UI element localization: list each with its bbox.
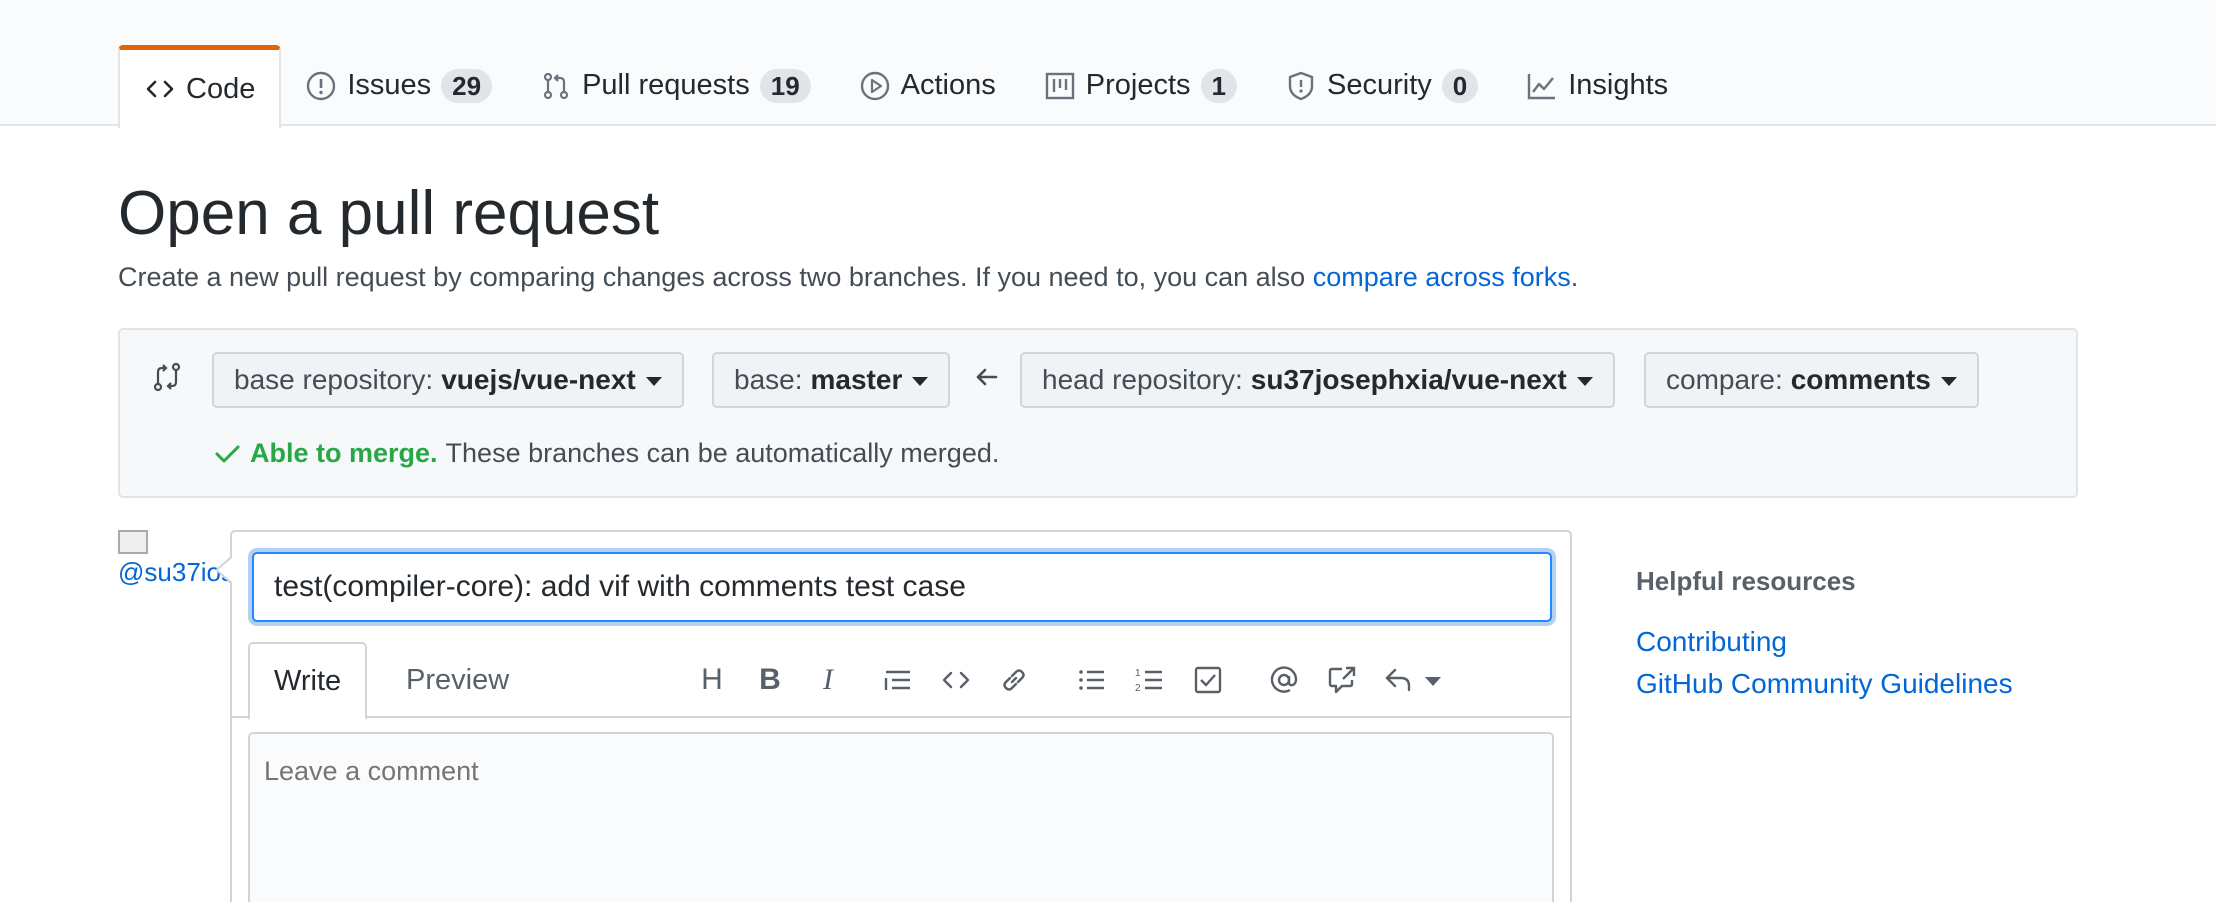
caret-down-icon [1425,676,1441,686]
link-button[interactable] [994,662,1034,698]
tab-pull-requests-label: Pull requests [582,69,750,101]
caret-down-icon [645,376,662,386]
compare-branch-label: compare: [1666,364,1783,395]
projects-count-badge: 1 [1200,68,1237,103]
bold-button[interactable]: B [750,662,790,698]
git-compare-icon [150,360,184,394]
tab-code[interactable]: Code [118,45,282,128]
code-icon [144,73,176,105]
tab-issues[interactable]: Issues 29 [281,45,516,126]
caret-down-icon [1576,376,1593,386]
tab-actions[interactable]: Actions [835,45,1020,126]
base-branch-select[interactable]: base: master [712,352,951,408]
compare-branch-value: comments [1790,364,1931,395]
subtitle-text: Create a new pull request by comparing c… [118,262,1313,292]
head-repository-label: head repository: [1042,364,1243,395]
cross-reference-button[interactable] [1322,662,1362,698]
shield-icon [1285,70,1317,102]
quote-button[interactable] [878,662,918,698]
tab-security-label: Security [1327,69,1432,101]
unordered-list-icon [1079,670,1104,690]
quote-icon [884,670,910,690]
head-repository-value: su37josephxia/vue-next [1250,364,1567,395]
helpful-resources-heading: Helpful resources [1636,566,1856,596]
graph-icon [1526,70,1558,102]
repo-nav-bar: Code Issues 29 Pull requests 19 Actions [0,0,2216,128]
repo-tabs: Code Issues 29 Pull requests 19 Actions [118,45,1692,128]
tab-projects-label: Projects [1085,69,1191,101]
italic-button[interactable]: I [808,662,848,698]
svg-text:2: 2 [1135,683,1141,694]
base-repository-label: base repository: [234,364,434,395]
page-subtitle: Create a new pull request by comparing c… [118,262,1578,293]
issue-icon [305,70,337,102]
base-branch-value: master [810,364,903,395]
tab-projects[interactable]: Projects 1 [1020,45,1261,126]
task-list-button[interactable] [1188,662,1228,698]
merge-status: Able to merge. These branches can be aut… [212,438,999,469]
avatar[interactable]: @su37iose [118,530,248,620]
tab-write[interactable]: Write [248,642,368,720]
contributing-link[interactable]: Contributing [1636,621,2136,663]
comment-textarea[interactable] [248,732,1554,902]
tab-preview[interactable]: Preview [382,642,533,718]
ordered-list-icon: 12 [1135,668,1162,694]
range-editor: base repository: vuejs/vue-next base: ma… [118,328,2078,498]
bulleted-list-button[interactable] [1072,662,1112,698]
reply-icon [1385,668,1411,692]
base-branch-label: base: [734,364,803,395]
pull-requests-count-badge: 19 [759,68,811,103]
heading-button[interactable]: H [692,662,732,698]
mention-button[interactable] [1264,662,1304,698]
code-button[interactable] [936,662,976,698]
base-repository-value: vuejs/vue-next [441,364,636,395]
helpful-resources: Helpful resources Contributing GitHub Co… [1636,566,2136,705]
pull-request-form: Write Preview H B I 12 [230,530,1572,902]
svg-text:1: 1 [1135,668,1141,679]
check-icon [212,439,242,469]
compare-branch-select[interactable]: compare: comments [1644,352,1979,408]
tab-actions-label: Actions [900,69,996,101]
base-repository-select[interactable]: base repository: vuejs/vue-next [212,352,684,408]
code-icon [942,671,970,689]
tab-insights[interactable]: Insights [1502,45,1692,126]
saved-replies-button[interactable] [1382,662,1442,698]
security-count-badge: 0 [1441,68,1479,103]
task-list-icon [1194,666,1222,694]
link-icon [1003,669,1025,691]
community-guidelines-link[interactable]: GitHub Community Guidelines [1636,663,2136,705]
tab-insights-label: Insights [1568,69,1669,101]
merge-status-text: These branches can be automatically merg… [445,438,1000,468]
project-icon [1044,70,1076,102]
pull-request-icon [540,70,572,102]
play-icon [859,70,891,102]
caret-down-icon [912,376,929,386]
compare-across-forks-link[interactable]: compare across forks [1313,262,1571,292]
numbered-list-button[interactable]: 12 [1130,662,1170,698]
form-pointer-inner [218,558,232,582]
tab-code-label: Code [186,72,256,105]
cross-reference-icon [1328,666,1356,694]
pr-title-input[interactable] [252,552,1552,622]
tab-issues-label: Issues [347,69,432,101]
subtitle-end: . [1570,262,1579,292]
merge-status-headline: Able to merge. [250,438,438,468]
head-repository-select[interactable]: head repository: su37josephxia/vue-next [1020,352,1615,408]
caret-down-icon [1940,376,1957,386]
issues-count-badge: 29 [441,68,493,103]
tab-pull-requests[interactable]: Pull requests 19 [516,45,835,126]
arrow-left-icon [970,360,1004,394]
page-title: Open a pull request [118,179,660,248]
mention-icon [1270,666,1298,693]
broken-image-icon [118,530,148,554]
tab-security[interactable]: Security 0 [1261,45,1502,126]
editor-tabs: Write Preview H B I 12 [232,642,1570,720]
